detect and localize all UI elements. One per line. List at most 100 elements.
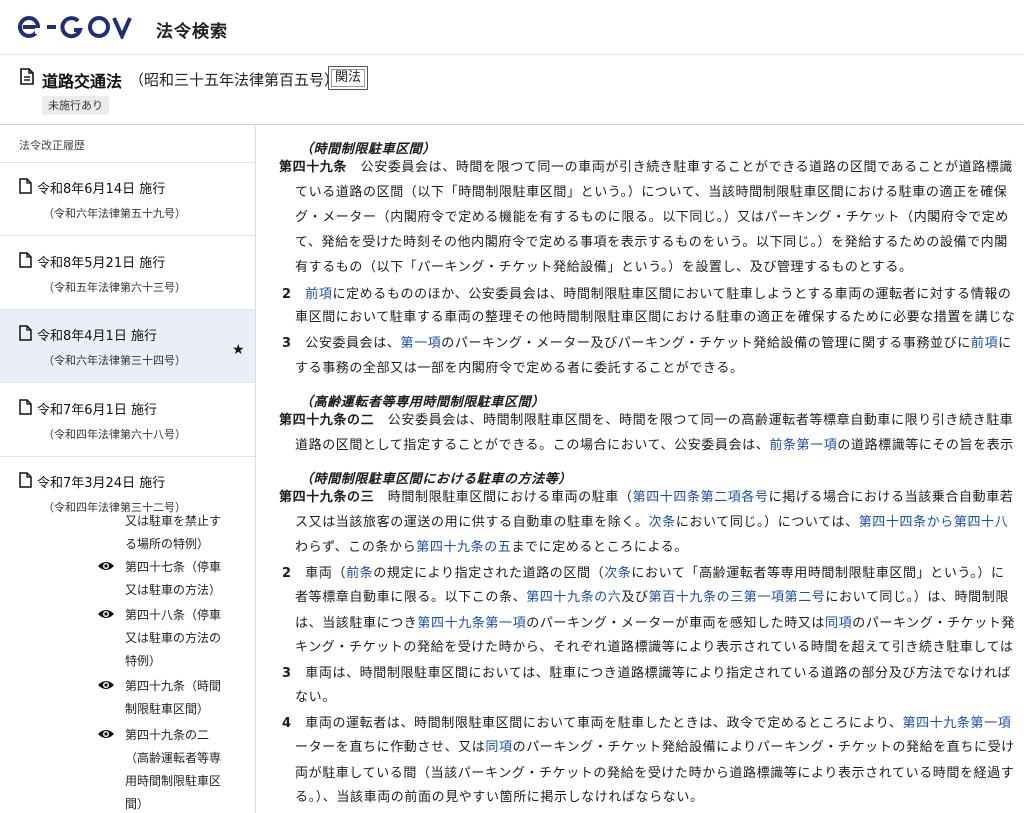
law-text-segment: の規定により指定された道路の区間（	[373, 566, 605, 581]
law-text-line: グ・メーター（内閣府令で定める機能を有するものに限る。以下同じ。）又はパーキング…	[295, 208, 1009, 228]
law-text-line: ている道路の区間（以下「時間制限駐車区間」という。）について、当該時間制限駐車区…	[295, 183, 1007, 203]
eye-icon[interactable]	[97, 559, 115, 573]
law-text-segment: する事務の全部又は一部を内閣府令で定める者に委託することができる。	[295, 361, 744, 376]
law-text-segment: のパーキング・メーターが車両を感知した時又は	[526, 616, 826, 631]
revision-law-number: （令和五年法律第六十三号）	[43, 280, 186, 294]
eye-icon[interactable]	[97, 678, 115, 692]
article-reference-link[interactable]: 第四十四条第二項各号	[633, 490, 769, 505]
law-text-segment: に掲げる場合における当該乗合自動車若	[768, 490, 1014, 505]
law-text-segment: において同じ。）については、	[675, 515, 859, 530]
law-text-segment: において「高齢運転者等専用時間制限駐車区間」という。）に	[631, 566, 1005, 581]
toc-fragment-text: る場所の特例）	[125, 537, 210, 551]
law-number: （昭和三十五年法律第百五号）	[129, 71, 340, 89]
law-text-segment: ーターを直ちに作動させ、又は	[295, 740, 486, 755]
revision-item[interactable]: 令和8年5月21日 施行 （令和五年法律第六十三号）	[0, 236, 255, 310]
document-icon	[19, 178, 32, 194]
toc-item-line: 第四十九条（時間	[125, 679, 222, 693]
law-text-line: （時間制限駐車区間）	[300, 140, 436, 160]
law-text-segment: 公安委員会は、時間制限駐車区間を、時間を限つて同一の高齢運転者等標章自動車に限り…	[374, 413, 1014, 428]
revision-law-number: （令和六年法律第三十四号）	[43, 354, 186, 367]
article-reference-link[interactable]: 第四十四条から第四十八	[859, 515, 1009, 530]
law-text-segment: ない。	[295, 690, 336, 705]
law-text-line: 2 前項に定めるもののほか、公安委員会は、時間制限駐車区間において駐車しようとす…	[282, 285, 1011, 305]
toc-item-line: 制限駐車区間）	[125, 702, 210, 716]
law-text-segment: 及び	[621, 590, 649, 605]
article-caption: （時間制限駐車区間における駐車の方法等）	[300, 472, 573, 487]
revision-date: 令和7年6月1日 施行	[37, 402, 157, 418]
site-name: 法令検索	[156, 22, 228, 42]
revision-date: 令和7年3月24日 施行	[37, 476, 166, 491]
law-text-line: 第四十九条の二 公安委員会は、時間制限駐車区間を、時間を限つて同一の高齢運転者等…	[279, 411, 1013, 431]
article-reference-link[interactable]: 第百十九条の三第一項第二号	[649, 590, 826, 605]
law-text-segment: 両が駐車している間（当該パーキング・チケットの発給を受けた時から道路標識等により…	[295, 766, 1015, 781]
article-reference-link[interactable]: 第一項	[400, 336, 441, 351]
law-text-line: 第四十九条 公安委員会は、時間を限つて同一の車両が引き続き駐車することができる道…	[279, 158, 1013, 178]
law-title: 道路交通法	[42, 72, 123, 91]
article-reference-link[interactable]: 前項	[305, 287, 332, 302]
law-text-segment: 道路の区間として指定することができる。この場合において、公安委員会は、	[295, 438, 770, 453]
law-text-line: （高齢運転者等専用時間制限駐車区間）	[300, 393, 545, 413]
article-reference-link[interactable]: 第四十九条第一項	[417, 616, 526, 631]
law-text-line: 3 車両は、時間制限駐車区間においては、駐車につき道路標識等により指定されている…	[282, 664, 1011, 684]
revision-date: 令和8年6月14日 施行	[37, 182, 166, 197]
toc-fragment-text: 又は駐車を禁止す	[125, 514, 222, 528]
status-badge: 未施行あり	[42, 96, 109, 115]
toc-item-line: 又は駐車の方法）	[125, 583, 222, 597]
law-text-segment: に定めるもののほか、公安委員会は、時間制限駐車区間において駐車しようとする車両の…	[332, 287, 1012, 302]
star-icon[interactable]: ★	[232, 342, 245, 358]
law-text-line: 車区間において駐車する車両の整理その他時間制限駐車区間における駐車の適正を確保す…	[295, 308, 1015, 328]
toc-item-label: 第四十七条（停車 又は駐車の方法）	[125, 556, 231, 602]
law-text-segment: 車両の運転者は、時間制限駐車区間において車両を駐車したときは、政令で定めるところ…	[291, 716, 903, 731]
law-text-segment: の道路標識等にその旨を表示	[837, 438, 1014, 453]
article-reference-link[interactable]: 次条	[649, 515, 676, 530]
law-text-segment: 車区間において駐車する車両の整理その他時間制限駐車区間における駐車の適正を確保す…	[295, 310, 1016, 325]
article-reference-link[interactable]: 同項	[825, 616, 852, 631]
law-text-segment: て、発給を受けた時刻その他内閣府令で定める事項を表示するものをいう。以下同じ。）…	[295, 235, 1008, 250]
law-text-line: 道路の区間として指定することができる。この場合において、公安委員会は、前条第一項…	[295, 436, 1014, 456]
law-text-segment: 公安委員会は、時間を限つて同一の車両が引き続き駐車することができる道路の区間であ…	[347, 160, 1014, 175]
document-icon	[19, 325, 32, 341]
law-text-line: する事務の全部又は一部を内閣府令で定める者に委託することができる。	[295, 359, 744, 379]
toc-item-line: （高齢運転者等専	[125, 751, 222, 765]
revision-history-heading: 法令改正履歴	[0, 126, 255, 163]
law-text-segment: キング・チケットの発給を受けた時から、それぞれ道路標識等により表示されている時間…	[295, 640, 1014, 655]
revision-item[interactable]: 令和8年4月1日 施行 （令和六年法律第三十四号） ★	[0, 310, 255, 383]
article-number: 第四十九条の三	[279, 490, 375, 505]
law-text-line: わらず、この条から第四十九条の五までに定めるところによる。	[295, 538, 688, 558]
article-reference-link[interactable]: 第四十九条第一項	[903, 716, 1012, 731]
law-text-line: て、発給を受けた時刻その他内閣府令で定める事項を表示するものをいう。以下同じ。）…	[295, 233, 1008, 253]
document-icon	[19, 398, 32, 415]
toc-item-label: 第四十九条（時間 制限駐車区間）	[125, 675, 231, 721]
law-text-segment: 車両（	[291, 566, 347, 581]
law-text-segment: 時間制限駐車区間における車両の駐車（	[374, 490, 633, 505]
related-laws-button[interactable]: 関法	[328, 66, 369, 90]
revision-item[interactable]: 令和7年6月1日 施行 （令和四年法律第六十八号）	[0, 383, 255, 457]
toc-item-line: 又は駐車の方法の	[125, 631, 222, 645]
law-text-segment: 者等標章自動車に限る。以下この条、	[295, 590, 527, 605]
article-reference-link[interactable]: 次条	[604, 566, 631, 581]
article-reference-link[interactable]: 前項	[971, 336, 998, 351]
toc-item-line: 第四十八条（停車	[125, 608, 222, 622]
law-text-segment: ている道路の区間（以下「時間制限駐車区間」という。）について、当該時間制限駐車区…	[295, 185, 1008, 200]
article-reference-link[interactable]: 前条	[346, 566, 373, 581]
document-icon	[19, 472, 32, 488]
law-text-line: 2 車両（前条の規定により指定された道路の区間（次条において「高齢運転者等専用時…	[282, 564, 1005, 584]
egov-logo[interactable]	[18, 11, 142, 43]
law-text-line: る。）、当該車両の前面の見やすい箇所に掲示しなければならない。	[295, 788, 704, 808]
article-reference-link[interactable]: 前条第一項	[769, 438, 837, 453]
law-title-bar: 道路交通法 （昭和三十五年法律第百五号） 関法 未施行あり	[0, 55, 1024, 125]
law-text-content: （時間制限駐車区間） 第四十九条 公安委員会は、時間を限つて同一の車両が引き続き駐…	[257, 126, 1024, 813]
revision-history-panel: 法令改正履歴 令和8年6月14日 施行 （令和六年法律第五十九号） 令和8年5月21…	[0, 126, 256, 813]
law-text-segment: に	[998, 336, 1012, 351]
eye-icon[interactable]	[97, 607, 115, 621]
article-number: 2	[282, 566, 292, 581]
revision-item[interactable]: 令和8年6月14日 施行 （令和六年法律第五十九号）	[0, 163, 255, 236]
article-reference-link[interactable]: 第四十九条の五	[416, 540, 511, 555]
document-icon	[20, 68, 34, 85]
article-reference-link[interactable]: 第四十九条の六	[526, 590, 621, 605]
eye-icon[interactable]	[97, 727, 115, 741]
table-of-contents: 又は駐車を禁止す る場所の特例） 第四十七条（停車 又は駐車の方法） 第四十八条（停車又…	[0, 514, 255, 813]
article-reference-link[interactable]: 同項	[485, 740, 512, 755]
law-text-segment: わらず、この条から	[295, 540, 417, 555]
article-caption: （高齢運転者等専用時間制限駐車区間）	[300, 395, 545, 410]
